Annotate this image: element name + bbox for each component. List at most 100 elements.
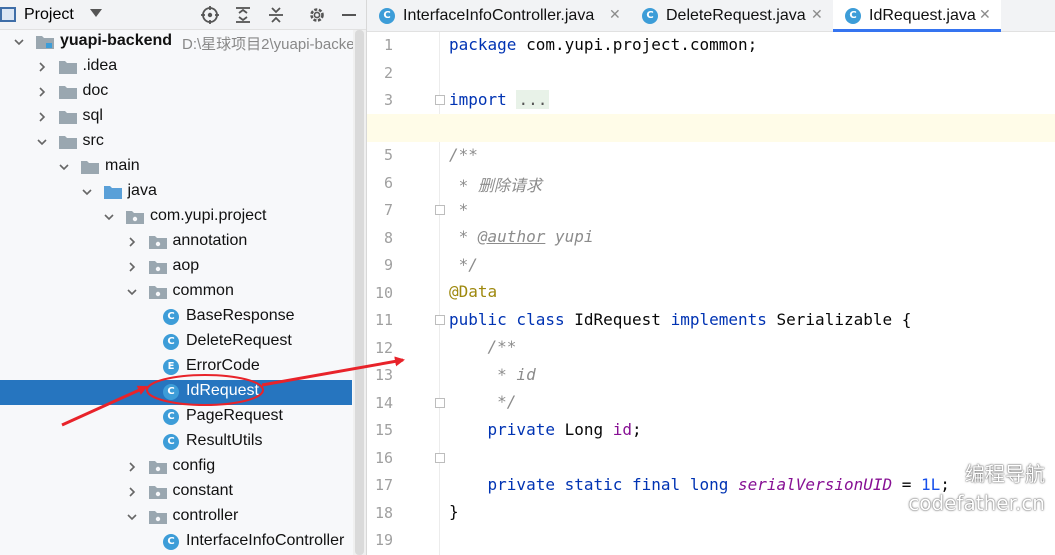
tree-item-errorcode[interactable]: E ErrorCode <box>0 355 352 380</box>
tree-item-constant[interactable]: constant <box>0 480 352 505</box>
line-number: 15 <box>374 421 393 439</box>
line-number-gutter[interactable]: 1234567891011121314151617181920 <box>367 32 445 555</box>
package-icon <box>148 235 167 249</box>
tree-item-label: doc <box>82 82 109 99</box>
tree-item-resultutils[interactable]: C ResultUtils <box>0 430 352 455</box>
code-line-12: @Data <box>449 282 498 301</box>
chevron-down-icon[interactable] <box>14 37 24 47</box>
editor-area: C InterfaceInfoController.java ✕ C Delet… <box>366 0 1055 555</box>
tab-idrequest[interactable]: C IdRequest.java ✕ <box>833 0 1001 32</box>
chevron-right-icon[interactable] <box>127 487 137 497</box>
tab-label: DeleteRequest.java <box>666 7 806 24</box>
project-tree-scrollbar-thumb[interactable] <box>355 30 364 555</box>
tree-item-annotation[interactable]: annotation <box>0 230 352 255</box>
line-number: 3 <box>383 91 393 109</box>
close-tab-icon[interactable]: ✕ <box>811 7 823 23</box>
line-number: 16 <box>374 448 393 467</box>
java-class-icon: C <box>163 434 179 450</box>
chevron-down-icon[interactable] <box>36 137 47 147</box>
source-folder-icon <box>103 185 122 199</box>
code-line-7: /** <box>449 145 478 164</box>
code-line-19: private static final long serialVersionU… <box>449 475 950 494</box>
folded-imports[interactable]: ... <box>516 90 550 109</box>
tree-item-main[interactable]: main <box>0 155 352 180</box>
code-line-1: package com.yupi.project.common; <box>449 35 758 54</box>
tree-item-doc[interactable]: doc <box>0 80 352 105</box>
java-class-icon: C <box>163 309 179 325</box>
tree-item-com-yupi-project[interactable]: com.yupi.project <box>0 205 352 230</box>
java-class-icon: C <box>163 534 179 550</box>
tree-item-label: constant <box>172 482 233 499</box>
line-number: 9 <box>383 256 393 274</box>
tree-item-src[interactable]: src <box>0 130 352 155</box>
tree-item-label: controller <box>172 507 239 524</box>
java-class-icon: C <box>642 8 658 24</box>
tab-interfaceinfocontroller[interactable]: C InterfaceInfoController.java ✕ <box>367 0 630 32</box>
collapse-all-icon[interactable] <box>266 5 286 25</box>
tree-item-controller[interactable]: controller <box>0 505 352 530</box>
folder-icon <box>58 135 77 149</box>
close-tab-icon[interactable]: ✕ <box>609 7 621 23</box>
java-class-icon: C <box>163 384 179 400</box>
chevron-right-icon[interactable] <box>37 62 47 72</box>
gear-icon[interactable] <box>307 5 327 25</box>
tree-item-config[interactable]: config <box>0 455 352 480</box>
chevron-down-icon[interactable] <box>104 212 114 222</box>
chevron-right-icon[interactable] <box>127 462 137 472</box>
tree-item-deleterequest[interactable]: C DeleteRequest <box>0 330 352 355</box>
tree-item-label: java <box>127 182 157 199</box>
tree-item-label: aop <box>172 257 200 274</box>
folder-icon <box>58 60 77 74</box>
tree-item-label: src <box>82 132 104 149</box>
folder-icon <box>81 160 99 174</box>
tab-label: IdRequest.java <box>869 7 976 24</box>
project-toolbar: Project <box>0 0 366 30</box>
expand-all-icon[interactable] <box>233 5 253 25</box>
code-line-20: } <box>449 502 459 521</box>
tree-item-baseresponse[interactable]: C BaseResponse <box>0 305 352 330</box>
locate-file-icon[interactable] <box>200 5 220 25</box>
line-number: 19 <box>374 531 393 549</box>
chevron-down-icon[interactable] <box>59 162 69 172</box>
folder-icon <box>58 85 77 99</box>
project-tree-scrollbar[interactable] <box>353 30 366 555</box>
line-number: 7 <box>383 201 393 219</box>
java-class-icon: C <box>163 409 179 425</box>
tree-item-java[interactable]: java <box>0 180 352 205</box>
tree-item-aop[interactable]: aop <box>0 255 352 280</box>
tree-item--idea[interactable]: .idea <box>0 55 352 80</box>
chevron-right-icon[interactable] <box>37 87 47 97</box>
close-tab-icon[interactable]: ✕ <box>979 7 991 23</box>
tree-item-interfaceinfocontroller[interactable]: C InterfaceInfoController <box>0 530 352 555</box>
tree-item-common[interactable]: common <box>0 280 352 305</box>
tree-item-yuapi-backend[interactable]: yuapi-backend D:\星球项目2\yuapi-backen <box>0 30 363 55</box>
line-number: 17 <box>374 476 393 494</box>
tree-item-label: IdRequest <box>186 382 259 399</box>
code-line-15: * id <box>449 365 536 384</box>
tab-deleterequest[interactable]: C DeleteRequest.java ✕ <box>630 0 831 32</box>
minimize-icon[interactable] <box>339 5 359 25</box>
tree-item-pagerequest[interactable]: C PageRequest <box>0 405 352 430</box>
package-icon <box>148 460 167 474</box>
code-line-9: * <box>449 200 469 219</box>
code-line-13: public class IdRequest implements Serial… <box>449 310 912 329</box>
project-view-title[interactable]: Project <box>24 6 74 24</box>
tree-item-sql[interactable]: sql <box>0 105 352 130</box>
chevron-down-icon[interactable] <box>126 512 137 522</box>
view-selector-chevron-icon[interactable] <box>90 9 102 17</box>
tree-item-idrequest[interactable]: C IdRequest <box>0 380 352 405</box>
chevron-down-icon[interactable] <box>126 287 137 297</box>
chevron-right-icon[interactable] <box>127 237 137 247</box>
chevron-right-icon[interactable] <box>127 262 137 272</box>
tree-item-label: yuapi-backend <box>60 32 173 49</box>
watermark-site: codefather.cn <box>908 491 1045 515</box>
tree-item-label: com.yupi.project <box>150 207 267 224</box>
project-panel: Project yuapi-backend D:\星球项目2\yuapi-back… <box>0 0 366 555</box>
code-line-3: import ... <box>449 90 550 109</box>
line-number: 2 <box>383 63 393 82</box>
chevron-right-icon[interactable] <box>37 112 47 122</box>
java-enum-icon: E <box>163 359 179 375</box>
java-class-icon: C <box>163 334 179 350</box>
chevron-down-icon[interactable] <box>81 187 92 197</box>
tab-label: InterfaceInfoController.java <box>403 7 595 24</box>
